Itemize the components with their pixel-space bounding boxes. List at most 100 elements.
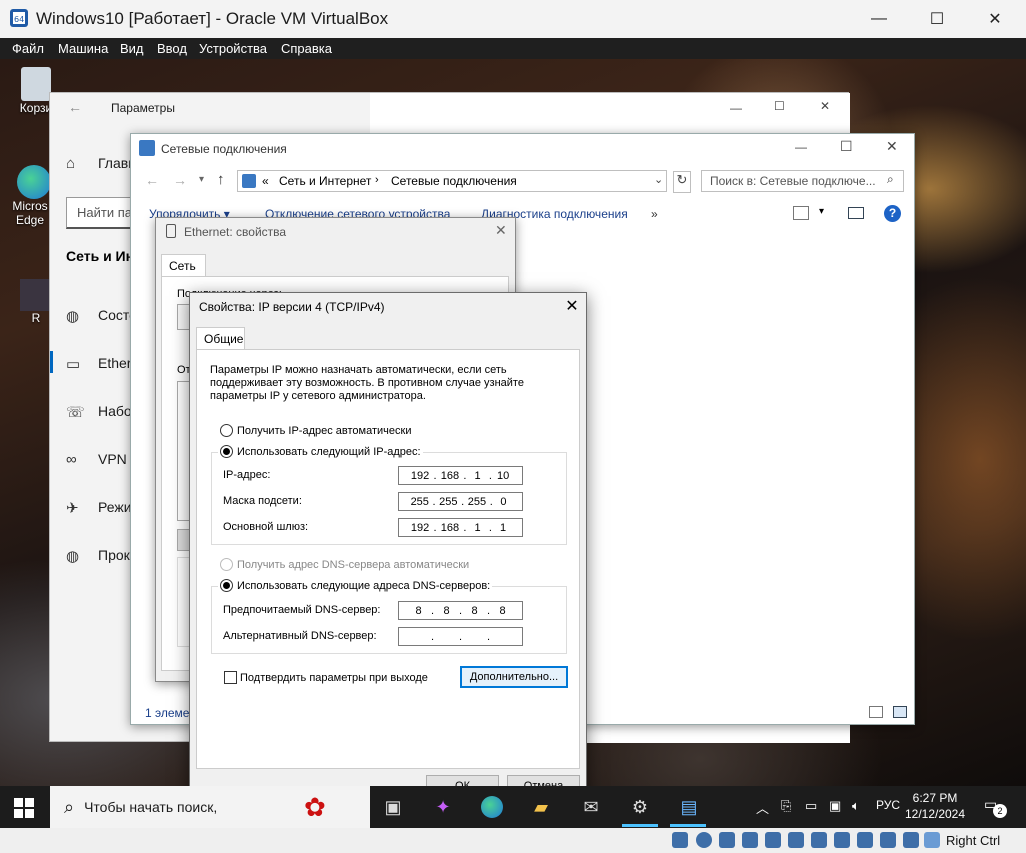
- network-status-icon[interactable]: [742, 832, 758, 848]
- netconn-search-input[interactable]: Поиск в: Сетевые подключе...: [701, 170, 904, 192]
- radio-auto-ip[interactable]: Получить IP-адрес автоматически: [220, 424, 411, 437]
- validate-on-exit-checkbox[interactable]: Подтвердить параметры при выходе: [224, 671, 428, 684]
- menu-help[interactable]: Справка: [281, 41, 332, 56]
- settings-home[interactable]: ⌂ Главн: [66, 155, 136, 173]
- chevron-down-icon[interactable]: ▾: [819, 206, 824, 217]
- forward-arrow-icon[interactable]: →: [173, 172, 187, 188]
- ok-button[interactable]: ОК: [426, 775, 499, 786]
- display-status-icon[interactable]: [811, 832, 827, 848]
- up-arrow-icon[interactable]: ↑: [217, 171, 225, 188]
- tab-general[interactable]: Общие: [196, 327, 245, 350]
- taskbar-clock[interactable]: 6:27 PM 12/12/2024: [900, 790, 970, 822]
- refresh-icon[interactable]: ↻: [673, 171, 691, 193]
- radio-auto-dns[interactable]: Получить адрес DNS-сервера автоматически: [220, 558, 469, 571]
- taskbar: ⌕ Чтобы начать поиск, ✿ ▣ ✦ ▰ ✉ ⚙ ▤ ︿ ⎘ …: [0, 786, 1026, 828]
- menu-input[interactable]: Ввод: [157, 41, 187, 56]
- maximize-icon[interactable]: ☐: [774, 99, 785, 113]
- radio-manual-dns[interactable]: Использовать следующие адреса DNS-сервер…: [218, 579, 493, 592]
- close-icon[interactable]: ✕: [495, 222, 507, 239]
- menu-devices[interactable]: Устройства: [199, 41, 267, 56]
- network-connections-taskbar-icon[interactable]: ▤: [676, 794, 702, 820]
- mouse-integration-icon[interactable]: [880, 832, 896, 848]
- optical-drive-icon[interactable]: [696, 832, 712, 848]
- menu-file[interactable]: Файл: [12, 41, 44, 56]
- alternate-dns-field[interactable]: . . .: [398, 627, 523, 646]
- maximize-icon[interactable]: ☐: [840, 138, 853, 155]
- octet-dot: .: [461, 495, 465, 508]
- menu-machine[interactable]: Машина: [58, 41, 108, 56]
- minimize-icon[interactable]: —: [730, 101, 742, 115]
- usb-icon[interactable]: ⎘: [781, 798, 791, 814]
- file-explorer-icon[interactable]: ▰: [528, 794, 554, 820]
- virtualization-icon[interactable]: [857, 832, 873, 848]
- network-tray-icon[interactable]: ▭: [805, 798, 817, 814]
- radio-button-disabled[interactable]: [220, 558, 233, 571]
- close-button[interactable]: ✕: [560, 296, 584, 316]
- preview-pane-icon[interactable]: [848, 207, 864, 219]
- back-arrow-icon[interactable]: ←: [68, 99, 82, 115]
- virtualbox-logo-icon: 64: [8, 7, 30, 29]
- gateway-field[interactable]: 192. 168. 1. 1: [398, 518, 523, 537]
- minimize-icon[interactable]: —: [795, 140, 807, 154]
- hdd-status-icon[interactable]: [672, 832, 688, 848]
- chevron-down-icon[interactable]: ▾: [199, 174, 204, 185]
- close-icon[interactable]: ✕: [886, 138, 898, 155]
- keyboard-capture-icon[interactable]: [903, 832, 919, 848]
- view-options-icon[interactable]: [793, 206, 809, 220]
- settings-nav-status[interactable]: ◍ Состо: [66, 307, 137, 325]
- tiles-view-icon[interactable]: [893, 706, 907, 718]
- settings-nav-airplane[interactable]: ✈ Режи: [66, 499, 132, 517]
- vbox-statusbar: Right Ctrl: [0, 828, 1026, 853]
- monitor-icon[interactable]: ▣: [829, 798, 841, 814]
- volume-icon[interactable]: 🔈︎: [852, 798, 860, 814]
- radio-button-selected[interactable]: [220, 445, 233, 458]
- radio-manual-ip[interactable]: Использовать следующий IP-адрес:: [218, 445, 423, 458]
- tab-network[interactable]: Сеть: [161, 254, 206, 277]
- settings-nav-dialup[interactable]: ☏ Набор: [66, 403, 140, 421]
- ip-address-field[interactable]: 192. 168. 1. 10: [398, 466, 523, 485]
- settings-nav-ethernet[interactable]: ▭ Ethern: [66, 355, 139, 373]
- breadcrumb-network-connections[interactable]: Сетевые подключения: [391, 174, 517, 188]
- breadcrumb-network-internet[interactable]: Сеть и Интернет: [279, 174, 371, 188]
- more-commands[interactable]: »: [651, 207, 658, 221]
- settings-nav-vpn[interactable]: ∞ VPN: [66, 451, 127, 469]
- chevron-up-icon[interactable]: ︿: [756, 798, 769, 817]
- minimize-button[interactable]: —: [850, 0, 908, 38]
- usb-status-icon[interactable]: [765, 832, 781, 848]
- checkbox[interactable]: [224, 671, 237, 684]
- windows-start-icon[interactable]: [14, 798, 34, 818]
- advanced-button[interactable]: Дополнительно...: [460, 666, 568, 688]
- settings-gear-icon[interactable]: ⚙: [627, 794, 653, 820]
- help-icon[interactable]: ?: [884, 205, 901, 222]
- recording-icon[interactable]: [834, 832, 850, 848]
- close-button[interactable]: ✕: [966, 0, 1024, 38]
- radio-button[interactable]: [220, 424, 233, 437]
- radio-button-selected[interactable]: [220, 579, 233, 592]
- taskbar-search-box[interactable]: ⌕ Чтобы начать поиск, ✿: [50, 786, 370, 828]
- audio-status-icon[interactable]: [719, 832, 735, 848]
- menu-view[interactable]: Вид: [120, 41, 144, 56]
- preferred-dns-field[interactable]: 8. 8. 8. 8: [398, 601, 523, 620]
- svg-text:64: 64: [14, 15, 24, 24]
- octet: 192: [410, 521, 430, 534]
- subnet-mask-field[interactable]: 255. 255. 255. 0: [398, 492, 523, 511]
- maximize-button[interactable]: ☐: [908, 0, 966, 38]
- chevron-down-icon[interactable]: ⌄: [654, 173, 663, 186]
- shared-folder-icon[interactable]: [788, 832, 804, 848]
- details-view-icon[interactable]: [869, 706, 883, 718]
- breadcrumb-overflow[interactable]: «: [262, 174, 269, 188]
- language-indicator[interactable]: РУС: [876, 798, 900, 812]
- copilot-icon[interactable]: ✦: [430, 794, 456, 820]
- taskbar-search-placeholder: Чтобы начать поиск,: [84, 799, 218, 815]
- cancel-button[interactable]: Отмена: [507, 775, 580, 786]
- back-arrow-icon[interactable]: ←: [145, 172, 159, 188]
- task-view-icon[interactable]: ▣: [380, 794, 406, 820]
- address-bar[interactable]: « Сеть и Интернет › Сетевые подключения …: [237, 170, 667, 192]
- edge-icon: [17, 165, 51, 199]
- edge-taskbar-icon[interactable]: [479, 794, 505, 820]
- mail-icon[interactable]: ✉: [578, 794, 604, 820]
- host-key-icon[interactable]: [924, 832, 940, 848]
- close-icon[interactable]: ✕: [820, 99, 830, 113]
- notifications-icon[interactable]: ▭ 2: [984, 796, 1007, 818]
- settings-nav-proxy[interactable]: ◍ Прокс: [66, 547, 137, 565]
